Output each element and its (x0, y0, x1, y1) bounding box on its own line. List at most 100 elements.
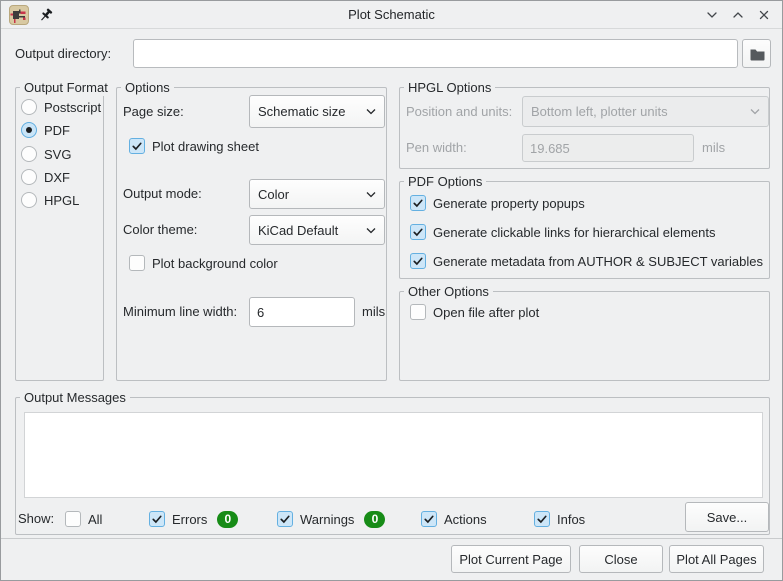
close-button[interactable] (756, 7, 772, 23)
min-line-width-input[interactable] (249, 297, 355, 327)
generate-metadata-checkbox[interactable] (410, 253, 426, 269)
color-theme-value: KiCad Default (258, 223, 338, 238)
pen-width-label: Pen width: (406, 140, 467, 156)
dxf-radio[interactable] (21, 169, 37, 185)
checkmark-icon (423, 513, 435, 525)
page-size-label: Page size: (123, 104, 184, 120)
checkmark-icon (279, 513, 291, 525)
plot-current-page-button[interactable]: Plot Current Page (451, 545, 571, 573)
filter-all-label[interactable]: All (88, 512, 102, 527)
hpgl-options-group: HPGL Options Position and units: Bottom … (399, 87, 770, 169)
page-size-dropdown[interactable]: Schematic size (249, 95, 385, 128)
errors-count-badge: 0 (217, 511, 238, 528)
filter-infos-checkbox[interactable] (534, 511, 550, 527)
generate-property-popups-row[interactable]: Generate property popups (410, 194, 585, 212)
format-option-svg[interactable]: SVG (21, 145, 71, 163)
generate-metadata-row[interactable]: Generate metadata from AUTHOR & SUBJECT … (410, 252, 763, 270)
pdf-radio-label[interactable]: PDF (44, 123, 70, 138)
filter-actions-label[interactable]: Actions (444, 512, 487, 527)
output-messages-area[interactable] (24, 412, 763, 498)
warnings-count-badge: 0 (364, 511, 385, 528)
checkmark-icon (536, 513, 548, 525)
pdf-radio[interactable] (21, 122, 37, 138)
other-options-group-title: Other Options (404, 284, 493, 300)
chevron-down-icon (366, 227, 376, 234)
hpgl-radio[interactable] (21, 192, 37, 208)
svg-radio[interactable] (21, 146, 37, 162)
position-units-value: Bottom left, plotter units (531, 104, 668, 119)
filter-errors-checkbox[interactable] (149, 511, 165, 527)
plot-background-color-row[interactable]: Plot background color (129, 254, 278, 272)
generate-clickable-links-checkbox[interactable] (410, 224, 426, 240)
postscript-radio[interactable] (21, 99, 37, 115)
plot-background-color-checkbox[interactable] (129, 255, 145, 271)
plot-drawing-sheet-checkbox[interactable] (129, 138, 145, 154)
generate-metadata-label[interactable]: Generate metadata from AUTHOR & SUBJECT … (433, 254, 763, 269)
output-directory-input[interactable] (133, 39, 738, 68)
filter-warnings-row[interactable]: Warnings 0 (277, 510, 385, 528)
format-option-hpgl[interactable]: HPGL (21, 191, 79, 209)
titlebar[interactable]: Plot Schematic (1, 1, 782, 29)
filter-all-row[interactable]: All (65, 510, 102, 528)
checkmark-icon (151, 513, 163, 525)
generate-property-popups-label[interactable]: Generate property popups (433, 196, 585, 211)
plot-drawing-sheet-row[interactable]: Plot drawing sheet (129, 137, 259, 155)
checkmark-icon (131, 140, 143, 152)
filter-infos-label[interactable]: Infos (557, 512, 585, 527)
position-units-dropdown: Bottom left, plotter units (522, 96, 769, 127)
open-file-after-plot-label[interactable]: Open file after plot (433, 305, 539, 320)
footer-separator (1, 538, 783, 539)
checkmark-icon (412, 197, 424, 209)
hpgl-options-group-title: HPGL Options (404, 80, 495, 96)
output-mode-dropdown[interactable]: Color (249, 179, 385, 209)
plot-all-pages-button[interactable]: Plot All Pages (669, 545, 764, 573)
format-option-dxf[interactable]: DXF (21, 168, 70, 186)
generate-property-popups-checkbox[interactable] (410, 195, 426, 211)
color-theme-dropdown[interactable]: KiCad Default (249, 215, 385, 245)
filter-warnings-label[interactable]: Warnings (300, 512, 354, 527)
format-option-postscript[interactable]: Postscript (21, 98, 101, 116)
shade-button[interactable] (704, 7, 720, 23)
position-units-label: Position and units: (406, 104, 512, 120)
format-option-pdf[interactable]: PDF (21, 121, 70, 139)
min-line-width-units: mils (362, 304, 385, 320)
postscript-radio-label[interactable]: Postscript (44, 100, 101, 115)
filter-errors-label[interactable]: Errors (172, 512, 207, 527)
output-mode-value: Color (258, 187, 289, 202)
output-format-group: Output Format Postscript PDF SVG DXF HPG… (15, 87, 104, 381)
generate-clickable-links-label[interactable]: Generate clickable links for hierarchica… (433, 225, 716, 240)
maximize-button[interactable] (730, 7, 746, 23)
browse-directory-button[interactable] (742, 39, 771, 68)
output-messages-group: Output Messages Show: All Errors 0 Warni… (15, 397, 770, 535)
plot-drawing-sheet-label[interactable]: Plot drawing sheet (152, 139, 259, 154)
svg-radio-label[interactable]: SVG (44, 147, 71, 162)
other-options-group: Other Options Open file after plot (399, 291, 770, 381)
generate-clickable-links-row[interactable]: Generate clickable links for hierarchica… (410, 223, 716, 241)
dxf-radio-label[interactable]: DXF (44, 170, 70, 185)
chevron-down-icon (750, 108, 760, 115)
min-line-width-label: Minimum line width: (123, 304, 237, 320)
pen-width-units: mils (702, 140, 725, 156)
window-title: Plot Schematic (1, 7, 782, 22)
open-file-after-plot-checkbox[interactable] (410, 304, 426, 320)
show-label: Show: (18, 511, 54, 527)
folder-icon (749, 47, 765, 61)
filter-infos-row[interactable]: Infos (534, 510, 585, 528)
plot-background-color-label[interactable]: Plot background color (152, 256, 278, 271)
checkmark-icon (412, 226, 424, 238)
filter-actions-checkbox[interactable] (421, 511, 437, 527)
save-messages-button[interactable]: Save... (685, 502, 769, 532)
filter-errors-row[interactable]: Errors 0 (149, 510, 238, 528)
filter-actions-row[interactable]: Actions (421, 510, 487, 528)
output-messages-group-title: Output Messages (20, 390, 130, 406)
filter-warnings-checkbox[interactable] (277, 511, 293, 527)
checkmark-icon (412, 255, 424, 267)
filter-all-checkbox[interactable] (65, 511, 81, 527)
open-file-after-plot-row[interactable]: Open file after plot (410, 303, 539, 321)
hpgl-radio-label[interactable]: HPGL (44, 193, 79, 208)
chevron-down-icon (366, 191, 376, 198)
close-dialog-button[interactable]: Close (579, 545, 663, 573)
page-size-value: Schematic size (258, 104, 345, 119)
options-group-title: Options (121, 80, 174, 96)
pen-width-input (522, 134, 694, 162)
